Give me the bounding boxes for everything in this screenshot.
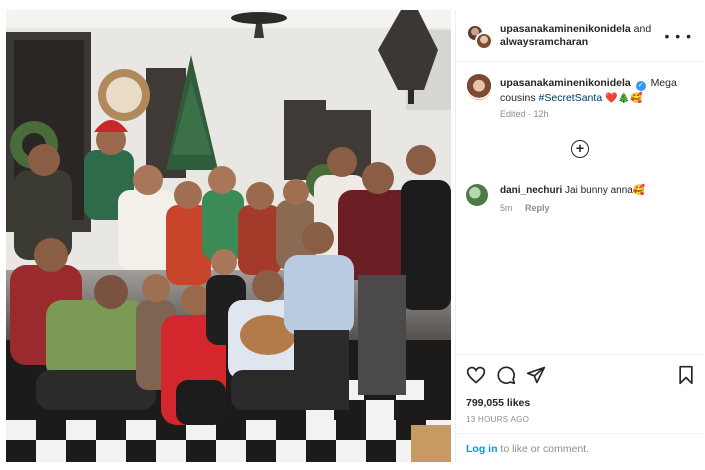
caption-avatar[interactable]: [466, 74, 492, 100]
comment-age: 5m: [500, 203, 513, 213]
comment-body: Jai bunny anna🥰: [565, 185, 646, 196]
collaborator-avatar[interactable]: [475, 32, 493, 50]
caption-edited-time: Edited · 12h: [500, 109, 549, 119]
authors-connector: and: [633, 23, 652, 35]
heart-icon[interactable]: [466, 365, 486, 385]
caption-username[interactable]: upasanakaminenikonidela: [500, 77, 631, 89]
login-prompt: Log in to like or comment.: [456, 433, 704, 463]
like-count[interactable]: 799,055 likes: [466, 397, 530, 409]
collab-avatars[interactable]: [466, 24, 494, 50]
post-modal: upasanakaminenikonidela and alwaysramcha…: [0, 0, 705, 470]
login-text: Log in to like or comment.: [466, 443, 589, 455]
caption-text: upasanakaminenikonidela ✓ Mega cousins #…: [500, 76, 696, 106]
post-time: 13 HOURS AGO: [466, 415, 530, 424]
comment-item: dani_nechuri Jai bunny anna🥰 5m Reply: [456, 180, 704, 220]
more-options-icon[interactable]: • • •: [665, 28, 692, 44]
comment-text: dani_nechuri Jai bunny anna🥰: [500, 184, 645, 197]
caption-hashtag[interactable]: #SecretSanta: [539, 92, 603, 104]
collaborator-username[interactable]: alwaysramcharan: [500, 36, 588, 48]
post-side-panel: upasanakaminenikonidela and alwaysramcha…: [455, 10, 704, 462]
author-username[interactable]: upasanakaminenikonidela: [500, 23, 631, 35]
photo-scene: [6, 10, 451, 462]
post-authors: upasanakaminenikonidela and alwaysramcha…: [500, 23, 670, 49]
commenter-username[interactable]: dani_nechuri: [500, 185, 562, 196]
login-link[interactable]: Log in: [466, 443, 498, 455]
comment-meta: 5m Reply: [500, 203, 560, 213]
verified-badge-icon: ✓: [635, 81, 646, 91]
share-icon[interactable]: [526, 365, 546, 385]
caption-emojis: ❤️🎄🥰: [605, 93, 643, 104]
bookmark-icon[interactable]: [676, 365, 696, 385]
post-actions: 799,055 likes 13 HOURS AGO Log in to lik…: [456, 354, 704, 462]
login-rest: to like or comment.: [497, 443, 590, 455]
post-photo[interactable]: [6, 10, 451, 462]
caption-block: upasanakaminenikonidela ✓ Mega cousins #…: [456, 68, 704, 128]
commenter-avatar[interactable]: [466, 184, 488, 206]
add-comment-icon[interactable]: +: [571, 140, 589, 158]
comment-icon[interactable]: [496, 365, 516, 385]
post-header: upasanakaminenikonidela and alwaysramcha…: [456, 10, 704, 62]
reply-button[interactable]: Reply: [525, 203, 550, 213]
